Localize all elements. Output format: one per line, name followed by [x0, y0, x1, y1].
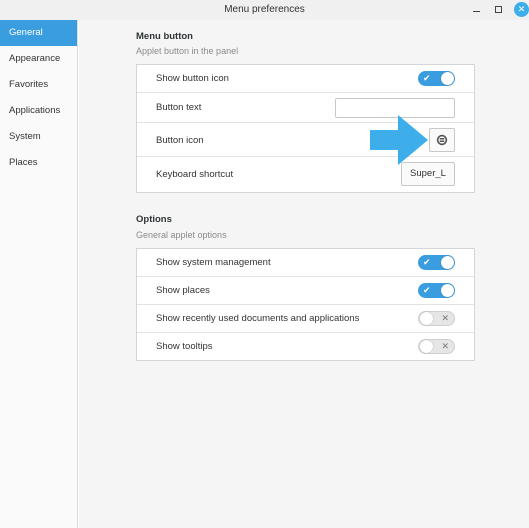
- x-icon: ✕: [441, 313, 449, 323]
- button-icon-chooser[interactable]: [429, 128, 455, 152]
- title-bar: Menu preferences ✕: [0, 0, 529, 20]
- toggle-knob: [420, 312, 433, 325]
- x-icon: ✕: [441, 341, 449, 351]
- keyboard-shortcut-button[interactable]: Super_L: [401, 162, 455, 186]
- show-places-label: Show places: [156, 285, 210, 296]
- show-system-management-row: Show system management ✔: [137, 249, 474, 277]
- pointer-arrow-icon: [370, 115, 428, 165]
- options-section-title: Options: [136, 214, 172, 225]
- window-title: Menu preferences: [224, 4, 305, 15]
- show-places-row: Show places ✔: [137, 277, 474, 305]
- close-icon: ✕: [517, 4, 526, 14]
- options-panel: Show system management ✔ Show places ✔ S…: [136, 248, 475, 361]
- show-button-icon-toggle[interactable]: ✔: [418, 71, 455, 86]
- show-system-management-label: Show system management: [156, 257, 271, 268]
- check-icon: ✔: [423, 73, 431, 83]
- show-tooltips-label: Show tooltips: [156, 341, 213, 352]
- show-system-management-toggle[interactable]: ✔: [418, 255, 455, 270]
- menu-button-section-title: Menu button: [136, 31, 193, 42]
- sidebar-item-applications[interactable]: Applications: [0, 98, 77, 124]
- menu-button-section-subtitle: Applet button in the panel: [136, 46, 239, 56]
- sidebar-item-general[interactable]: General: [0, 20, 77, 46]
- check-icon: ✔: [423, 257, 431, 267]
- toggle-knob: [441, 284, 454, 297]
- minimize-button[interactable]: [469, 2, 484, 17]
- show-tooltips-toggle[interactable]: ✕: [418, 339, 455, 354]
- check-icon: ✔: [423, 285, 431, 295]
- button-text-label: Button text: [156, 102, 202, 113]
- keyboard-shortcut-label: Keyboard shortcut: [156, 169, 234, 180]
- options-section-subtitle: General applet options: [136, 230, 227, 240]
- show-tooltips-row: Show tooltips ✕: [137, 333, 474, 360]
- maximize-icon: [495, 6, 502, 13]
- sidebar: General Appearance Favorites Application…: [0, 20, 78, 528]
- sidebar-item-favorites[interactable]: Favorites: [0, 72, 77, 98]
- show-recent-documents-toggle[interactable]: ✕: [418, 311, 455, 326]
- toggle-knob: [441, 72, 454, 85]
- show-places-toggle[interactable]: ✔: [418, 283, 455, 298]
- show-recent-documents-row: Show recently used documents and applica…: [137, 305, 474, 333]
- toggle-knob: [420, 340, 433, 353]
- button-icon-label: Button icon: [156, 135, 204, 146]
- close-button[interactable]: ✕: [514, 2, 529, 17]
- show-recent-documents-label: Show recently used documents and applica…: [156, 313, 360, 324]
- show-button-icon-label: Show button icon: [156, 73, 229, 84]
- toggle-knob: [441, 256, 454, 269]
- sidebar-item-system[interactable]: System: [0, 124, 77, 150]
- minimize-icon: [473, 10, 480, 13]
- show-button-icon-row: Show button icon ✔: [137, 65, 474, 93]
- sidebar-item-appearance[interactable]: Appearance: [0, 46, 77, 72]
- menu-applet-icon: [436, 134, 448, 146]
- maximize-button[interactable]: [491, 2, 506, 17]
- sidebar-item-places[interactable]: Places: [0, 150, 77, 176]
